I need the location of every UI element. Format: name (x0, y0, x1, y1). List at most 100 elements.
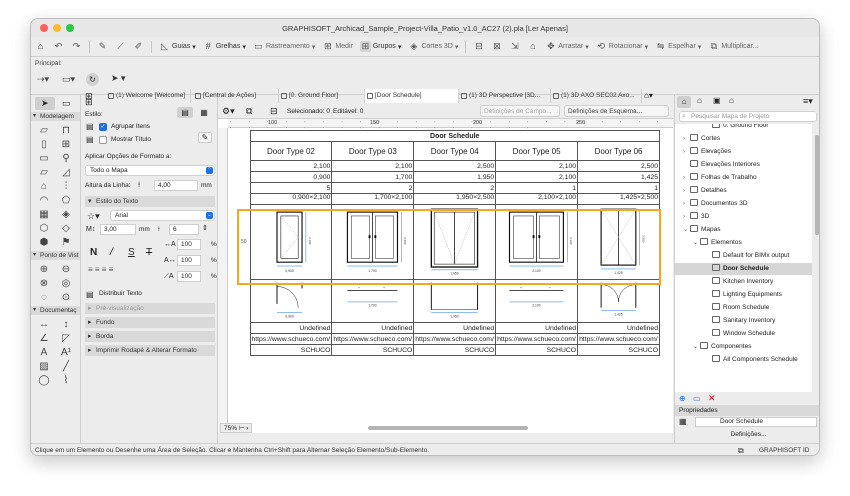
arrastar-button[interactable]: ✥ Arrastar ▾ (545, 41, 589, 52)
door-plan-cell[interactable]: ← → 1,700 (331, 279, 415, 323)
espelhar-button[interactable]: ⇋ Espelhar ▾ (655, 41, 701, 52)
header-cell[interactable]: Door Type 06 (577, 141, 660, 161)
rect-select-icon[interactable]: ▭▾ (62, 74, 75, 85)
radial-dim-icon[interactable]: ∠ (35, 332, 53, 344)
section-icon[interactable]: ⊕ (35, 263, 53, 275)
stair-icon[interactable]: ◿ (57, 166, 75, 178)
horizontal-scrollbar[interactable] (368, 426, 528, 430)
count-cell[interactable]: 2 (413, 182, 497, 194)
close-window-button[interactable] (40, 24, 48, 32)
stepper-icon[interactable]: ⇕ (202, 224, 208, 232)
height-cell[interactable]: 2,100 (249, 160, 333, 172)
height-cell[interactable]: 2,100 (495, 160, 579, 172)
column-icon[interactable]: ▯ (35, 138, 53, 150)
door-icon[interactable]: ⊓ (57, 124, 75, 136)
pre-visualizacao-section[interactable]: Pré-visualização (85, 303, 215, 314)
graphisoft-id-label[interactable]: GRAPHISOFT ID (759, 444, 809, 455)
status-cell[interactable]: Undefined (249, 322, 333, 334)
link-cell[interactable]: https://www.schueco.com/ (249, 333, 333, 345)
angle-dim-icon[interactable]: ◸ (57, 332, 75, 344)
height-cell[interactable]: 2,100 (331, 160, 415, 172)
strike-button[interactable]: T (146, 247, 152, 258)
header-cell[interactable]: Door Type 02 (249, 141, 333, 161)
tree-item[interactable]: Lighting Equipments (675, 289, 812, 301)
size-cell[interactable]: 1,950×2,500 (413, 193, 497, 205)
tab-welcome[interactable]: (1) Welcome [Welcome] (106, 89, 191, 103)
shape-icon[interactable]: ⌂ (527, 41, 538, 52)
tree-item[interactable]: ⌄ Elementos (675, 237, 812, 249)
zoom-window-button[interactable] (66, 24, 74, 32)
aplicar-select[interactable]: Todo o Mapa ⌃ (85, 165, 215, 176)
minimize-window-button[interactable] (53, 24, 61, 32)
view-map-icon[interactable]: ⌂ (697, 96, 702, 105)
link-cell[interactable]: https://www.schueco.com/ (413, 333, 497, 345)
level-dim-icon[interactable]: ↕ (57, 318, 75, 330)
expand-chevron-icon[interactable]: › (683, 211, 690, 223)
tree-item[interactable]: › Detalhes (675, 185, 812, 197)
tree-item[interactable]: 0. Ground Floor (675, 124, 812, 132)
door-plan-cell[interactable]: 1,425 (577, 279, 660, 323)
slab-icon[interactable]: ▱ (35, 166, 53, 178)
tree-item[interactable]: ⌄ Componentes (675, 341, 812, 353)
eyedropper-icon[interactable]: ✎ (97, 41, 108, 52)
tree-item[interactable]: ⌄ Mapas (675, 224, 812, 236)
zoom-level[interactable]: 75% ⊢ › (220, 423, 253, 433)
tree-item[interactable]: › Cortes (675, 133, 812, 145)
new-view-icon[interactable]: ⊕ (679, 394, 686, 403)
pct1-input[interactable]: 100 (177, 239, 201, 250)
count-cell[interactable]: 1 (577, 182, 660, 194)
settings-gear-icon[interactable]: ⚙▾ (222, 106, 235, 117)
redo-icon[interactable]: ↷ (71, 41, 82, 52)
imprimir-rodape-section[interactable]: Imprimir Rodapé & Alterar Formato (85, 345, 215, 356)
tree-item[interactable]: › Folhas de Trabalho (675, 172, 812, 184)
line-spacing-input[interactable]: 6 (169, 224, 199, 235)
status-cell[interactable]: Undefined (331, 322, 415, 334)
width-cell[interactable]: 1,950 (413, 171, 497, 183)
link-cell[interactable]: https://www.schueco.com/ (577, 333, 660, 345)
fundo-section[interactable]: Fundo (85, 317, 215, 328)
menu-icon[interactable]: ≡▾ (803, 96, 813, 107)
navigator-search-input[interactable]: ⌕ Pesquisar Mapa de Projeto (679, 111, 817, 122)
modelagem-section[interactable]: Modelagem (31, 112, 80, 121)
definicoes-button[interactable]: Definições... (714, 430, 784, 440)
expand-chevron-icon[interactable]: › (683, 172, 690, 184)
tree-item[interactable]: Room Schedule (675, 302, 812, 314)
morph-icon[interactable]: ◈ (57, 208, 75, 220)
line-icon[interactable]: ╱ (57, 360, 75, 372)
brand-cell[interactable]: SCHUCO (249, 344, 333, 356)
layer-icon[interactable]: ⇲ (509, 41, 520, 52)
count-cell[interactable]: 1 (495, 182, 579, 194)
expand-chevron-icon[interactable]: ⌄ (683, 224, 690, 236)
size-cell[interactable]: 0,900×2,100 (249, 193, 333, 205)
tree-item[interactable]: Kitchen Inventory (675, 276, 812, 288)
bold-button[interactable]: N (90, 247, 97, 258)
status-cell[interactable]: Undefined (577, 322, 660, 334)
scheme-settings-button[interactable]: Definições de Esquema... (564, 105, 669, 117)
marquee-tool-icon[interactable]: ▭ (57, 97, 77, 110)
layout-book-icon[interactable]: ▣ (713, 96, 721, 105)
door-plan-cell[interactable]: 0,900 (249, 279, 333, 323)
publisher-icon[interactable]: ⌂ (729, 96, 734, 105)
width-cell[interactable]: 2,100 (495, 171, 579, 183)
tree-item[interactable]: › Elevações (675, 146, 812, 158)
fit-window-icon[interactable]: ⧉ (246, 106, 252, 117)
header-cell[interactable]: Door Type 04 (413, 141, 497, 161)
count-cell[interactable]: 2 (331, 182, 415, 194)
size-cell[interactable]: 1,425×2,500 (577, 193, 660, 205)
font-select[interactable]: Arial ⌄ (110, 210, 215, 221)
property-name-field[interactable]: Door Schedule (695, 417, 817, 427)
tree-scrollbar[interactable] (815, 135, 819, 235)
edit-pencil-icon[interactable]: ✎ (198, 132, 212, 143)
door-plan-cell[interactable]: ← → 2,100 (495, 279, 579, 323)
arc-icon[interactable]: ◯ (35, 374, 53, 386)
project-map-icon[interactable]: ⌂ (677, 96, 691, 108)
grupos-button[interactable]: ⊞ Grupos ▾ (359, 41, 401, 52)
font-size-input[interactable]: 3,00 (100, 224, 136, 235)
link-cell[interactable]: https://www.schueco.com/ (495, 333, 579, 345)
tab-door-schedule[interactable]: [Door Schedule] (365, 89, 459, 103)
tree-item[interactable]: Elevações Interiores (675, 159, 812, 171)
door-plan-cell[interactable]: 1,950 (413, 279, 497, 323)
tab-grid-icon[interactable]: ⊞ (85, 91, 93, 102)
cortes3d-button[interactable]: ◈ Cortes 3D ▾ (408, 41, 458, 52)
expand-chevron-icon[interactable]: › (683, 198, 690, 210)
